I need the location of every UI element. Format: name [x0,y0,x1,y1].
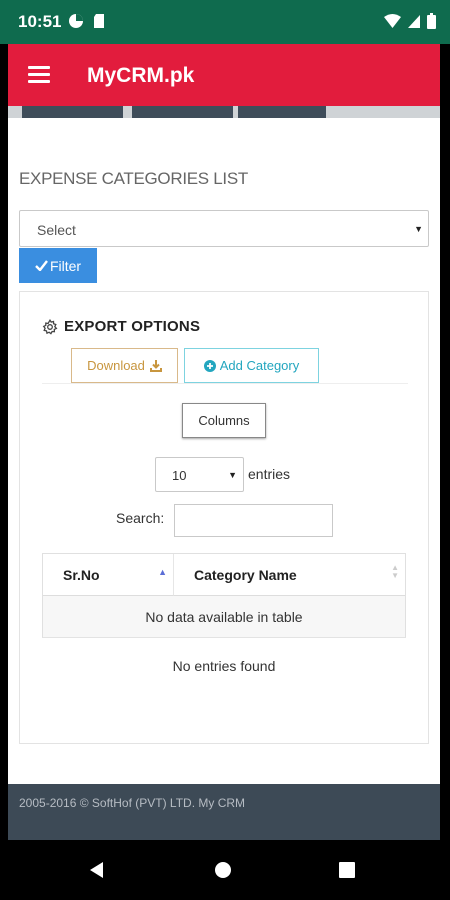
columns-button[interactable]: Columns [182,403,266,438]
add-category-button-label: Add Category [219,358,300,373]
download-icon [149,359,162,372]
search-input[interactable] [174,504,333,537]
footer-copyright: 2005-2016 © SoftHof (PVT) LTD. My CRM [19,796,246,810]
page-length-value: 10 [172,468,187,483]
entries-label: entries [248,466,291,482]
divider [42,383,408,384]
nav-tab[interactable] [22,106,123,118]
top-nav-strip [8,106,440,118]
category-select-value: Select [37,222,76,238]
search-label: Search: [116,510,165,526]
system-navigation-bar [0,840,450,900]
status-time: 10:51 [18,12,62,31]
checkmark-icon [35,260,48,271]
gear-icon [42,318,58,335]
app-title: MyCRM.pk [87,64,195,87]
download-button-label: Download [87,358,145,373]
plus-circle-icon [203,359,216,372]
table-info: No entries found [172,658,276,674]
wifi-icon [384,13,401,28]
columns-button-label: Columns [198,413,250,428]
export-options-label: EXPORT OPTIONS [64,318,201,335]
back-icon[interactable] [82,855,112,885]
notification-app-icon [69,14,83,28]
column-header-category-name-label: Category Name [194,567,297,583]
categories-table: Sr.No ▲ Category Name ▲ ▼ No data availab… [42,553,406,638]
chevron-down-icon: ▼ [228,470,237,480]
nav-tab[interactable] [132,106,233,118]
empty-table-message: No data available in table [145,608,303,625]
page-length-select[interactable]: 10 ▼ [155,457,244,492]
main-content: EXPENSE CATEGORIES LIST Select ▼ Filter … [8,106,440,784]
empty-table-row: No data available in table [43,596,405,637]
filter-button-label: Filter [49,257,82,274]
category-select[interactable]: Select ▼ [19,210,429,247]
column-header-category-name[interactable]: Category Name ▲ ▼ [174,554,405,596]
hamburger-menu-icon[interactable] [28,66,50,84]
sd-card-icon [94,14,104,28]
app-bar: MyCRM.pk [8,44,440,106]
filter-button[interactable]: Filter [19,248,97,283]
status-bar: 10:51 [0,0,450,44]
battery-icon [427,13,436,29]
footer: 2005-2016 © SoftHof (PVT) LTD. My CRM [8,784,440,840]
download-button[interactable]: Download [71,348,178,383]
nav-tab[interactable] [238,106,326,118]
column-header-srno-label: Sr.No [63,567,100,583]
recents-icon[interactable] [332,855,362,885]
sort-both-icon: ▲ ▼ [391,563,399,580]
categories-panel: EXPORT OPTIONS Download Add Category Col… [19,291,429,744]
add-category-button[interactable]: Add Category [184,348,319,383]
home-icon[interactable] [208,855,238,885]
sort-ascending-icon: ▲ [158,567,167,577]
chevron-down-icon: ▼ [414,224,423,234]
export-options-heading: EXPORT OPTIONS [42,318,200,335]
cell-signal-icon [408,14,420,28]
page-title: EXPENSE CATEGORIES LIST [19,169,248,188]
column-header-srno[interactable]: Sr.No ▲ [43,554,174,596]
